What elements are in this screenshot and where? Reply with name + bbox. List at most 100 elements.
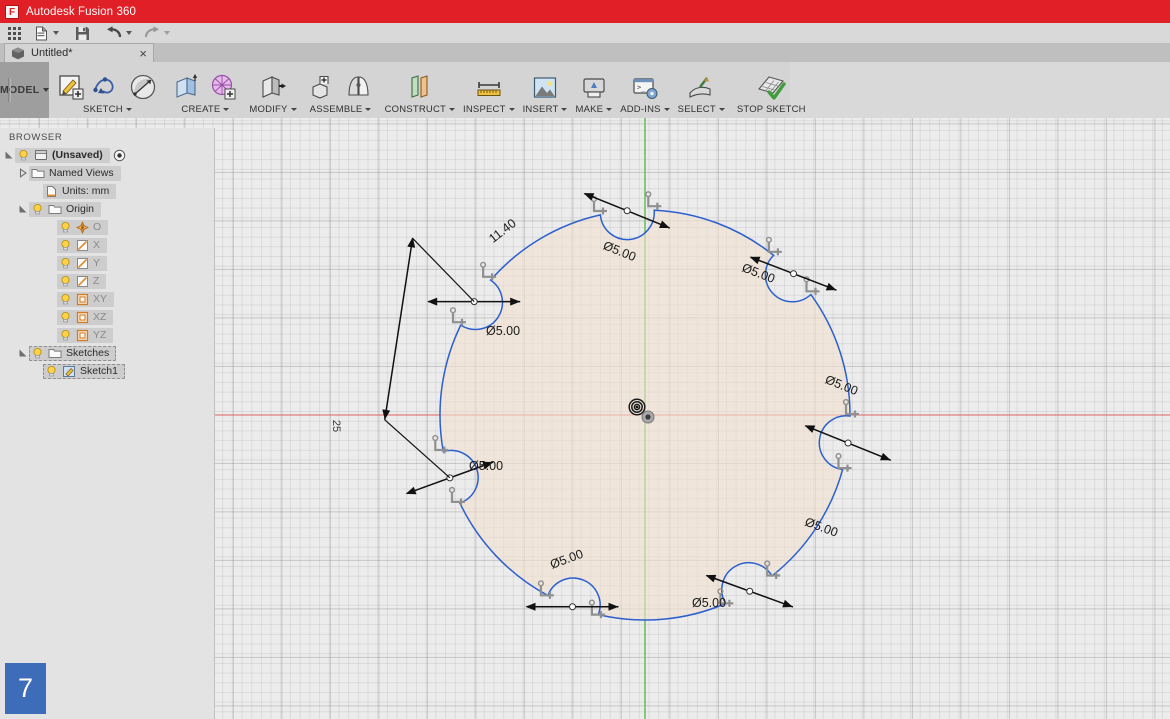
expand-triangle-open-icon[interactable]: [16, 348, 29, 358]
browser-node-body[interactable]: Z: [57, 273, 107, 289]
document-tab[interactable]: Untitled* ×: [4, 43, 154, 62]
select-button[interactable]: [683, 75, 719, 101]
light-bulb-icon[interactable]: [31, 203, 44, 216]
light-bulb-icon[interactable]: [59, 239, 72, 252]
ribbon-group-select: SELECT: [674, 62, 729, 118]
expand-triangle-open-icon[interactable]: [16, 204, 29, 214]
insert-image-icon: [531, 75, 559, 101]
plane-icon: [76, 329, 89, 342]
browser-node-xz[interactable]: XZ: [0, 308, 214, 326]
browser-node-x[interactable]: X: [0, 236, 214, 254]
browser-node-o[interactable]: O: [0, 218, 214, 236]
browser-node-body[interactable]: XZ: [57, 309, 114, 325]
light-bulb-icon[interactable]: [59, 275, 72, 288]
browser-node-unsaved[interactable]: (Unsaved): [0, 146, 214, 164]
new-file-button[interactable]: [31, 23, 63, 43]
browser-node-origin[interactable]: Origin: [0, 200, 214, 218]
chevron-down-icon: [223, 107, 230, 111]
mesh-create-button[interactable]: [205, 73, 241, 101]
browser-node-named-views[interactable]: Named Views: [0, 164, 214, 182]
expand-triangle-open-icon[interactable]: [2, 150, 15, 160]
expand-triangle-closed-icon[interactable]: [16, 168, 29, 178]
light-bulb-icon[interactable]: [59, 329, 72, 342]
light-bulb-icon[interactable]: [17, 149, 30, 162]
browser-node-body[interactable]: (Unsaved): [15, 147, 110, 163]
browser-node-xy[interactable]: XY: [0, 290, 214, 308]
light-bulb-icon[interactable]: [59, 221, 72, 234]
circle-sketch-icon: [129, 73, 157, 101]
close-icon[interactable]: ×: [139, 47, 147, 60]
chevron-down-icon: [663, 107, 670, 111]
display-toggle-icon[interactable]: [113, 149, 126, 162]
light-bulb-icon[interactable]: [59, 311, 72, 324]
browser-node-body[interactable]: Sketch1: [43, 363, 125, 379]
browser-node-body[interactable]: Units: mm: [43, 183, 117, 199]
light-bulb-icon[interactable]: [31, 347, 44, 360]
tangent-constraint-glyph: [803, 276, 820, 295]
browser-node-body[interactable]: X: [57, 237, 108, 253]
ribbon-group-modify: MODIFY: [245, 62, 300, 118]
label-text: MODIFY: [249, 103, 288, 115]
create-sketch-button[interactable]: [53, 73, 89, 101]
label-text: INSPECT: [463, 103, 506, 115]
save-button[interactable]: [71, 23, 94, 43]
chevron-down-icon: [449, 107, 456, 111]
browser-node-yz[interactable]: YZ: [0, 326, 214, 344]
ribbon-group-sketch-label: SKETCH: [83, 101, 132, 117]
tangent-constraint-glyph: [835, 453, 852, 472]
browser-node-body[interactable]: Sketches: [29, 345, 117, 361]
browser-node-body[interactable]: YZ: [57, 327, 114, 343]
redo-arrow-icon: [144, 26, 160, 40]
light-bulb-icon[interactable]: [59, 293, 72, 306]
browser-node-label: O: [93, 221, 102, 233]
browser-node-body[interactable]: XY: [57, 291, 115, 307]
browser-node-body[interactable]: O: [57, 219, 109, 235]
browser-node-z[interactable]: Z: [0, 272, 214, 290]
browser-node-body[interactable]: Origin: [29, 201, 102, 217]
sketch-icon: [62, 365, 76, 378]
browser-node-label: Y: [93, 257, 101, 269]
ribbon-group-construct-label: CONSTRUCT: [385, 101, 456, 117]
chevron-down-icon: [365, 107, 372, 111]
browser-node-sketches[interactable]: Sketches: [0, 344, 214, 362]
joint-button[interactable]: [341, 73, 377, 101]
browser-node-y[interactable]: Y: [0, 254, 214, 272]
insert-image-button[interactable]: [527, 75, 563, 101]
extrude-button[interactable]: [169, 73, 205, 101]
light-bulb-icon[interactable]: [45, 365, 58, 378]
new-component-icon: [309, 73, 337, 101]
axis-icon: [76, 257, 89, 270]
workspace-switcher-button[interactable]: MODEL: [0, 62, 50, 118]
chevron-down-icon: [43, 88, 50, 92]
3d-print-button[interactable]: [576, 75, 612, 101]
circle-sketch-button[interactable]: [125, 73, 161, 101]
stop-sketch-button[interactable]: [751, 73, 791, 101]
offset-plane-button[interactable]: [402, 73, 438, 101]
file-new-icon: [35, 26, 49, 41]
grid-apps-icon: [8, 26, 21, 40]
label-text: MAKE: [575, 103, 604, 115]
tangent-constraint-glyph: [765, 236, 782, 256]
browser-node-body[interactable]: Named Views: [29, 165, 121, 181]
app-grid-button[interactable]: [4, 23, 25, 43]
label-text: CREATE: [181, 103, 221, 115]
measure-button[interactable]: [471, 75, 507, 101]
browser-node-units-mm[interactable]: Units: mm: [0, 182, 214, 200]
ribbon-group-make-label: MAKE: [575, 101, 613, 117]
browser-node-label: YZ: [93, 329, 107, 341]
ribbon-group-create: CREATE: [165, 62, 245, 118]
browser-node-sketch1[interactable]: Sketch1: [0, 362, 214, 380]
new-component-button[interactable]: [305, 73, 341, 101]
browser-node-body[interactable]: Y: [57, 255, 108, 271]
undo-button[interactable]: [102, 23, 136, 43]
browser-panel: BROWSER (Unsaved) Named Views Units: mm Ori…: [0, 128, 215, 719]
spline-button[interactable]: [89, 73, 125, 101]
press-pull-button[interactable]: [255, 73, 291, 101]
script-addin-button[interactable]: >_: [627, 75, 663, 101]
redo-button[interactable]: [140, 23, 174, 43]
browser-node-label: Units: mm: [62, 185, 110, 197]
document-icon: [34, 149, 48, 161]
label-text: SKETCH: [83, 103, 123, 115]
fusion360-window: F Autodesk Fusion 360 Untitled* × MODEL …: [0, 0, 1170, 719]
light-bulb-icon[interactable]: [59, 257, 72, 270]
